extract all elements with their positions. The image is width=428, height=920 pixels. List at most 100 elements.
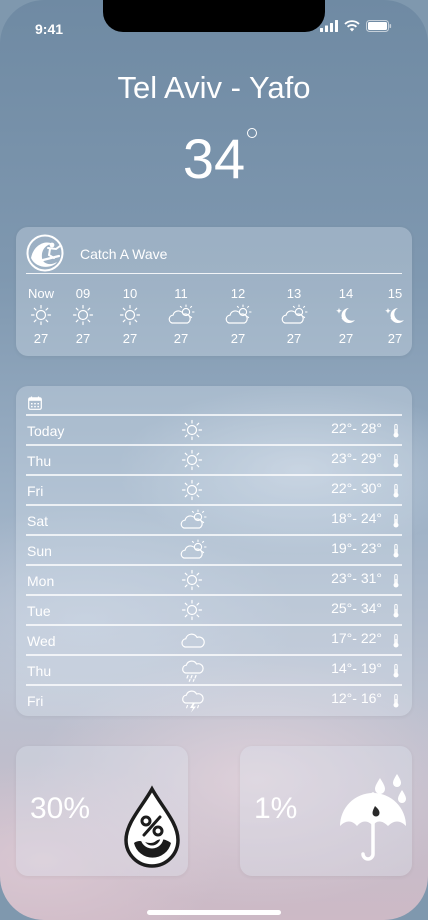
temperature-range: 22°- 30° [331, 480, 382, 496]
partly-cloudy-icon [218, 304, 258, 330]
hour-item: 10 27 [110, 286, 150, 346]
degree-symbol [247, 128, 257, 138]
day-name: Fri [27, 483, 44, 499]
rain-chance-card: 1% [240, 746, 412, 876]
thermometer-icon [393, 454, 399, 468]
thermometer-icon [393, 424, 399, 438]
humidity-value: 30% [30, 792, 91, 825]
thermometer-icon [393, 634, 399, 648]
hour-label: Now [27, 286, 54, 301]
battery-icon [366, 20, 392, 32]
temperature-range: 18°- 24° [331, 510, 382, 526]
hour-item: 15 27 [375, 286, 415, 346]
temperature-range: 12°- 16° [331, 690, 382, 706]
day-name: Fri [27, 693, 44, 709]
rain-chance-value: 1% [254, 792, 298, 825]
daily-row: Fri 22°- 30° [26, 474, 402, 504]
hour-label: 12 [230, 286, 246, 301]
current-temperature: 34 [182, 127, 246, 190]
thermometer-icon [393, 514, 399, 528]
day-name: Thu [27, 663, 52, 679]
hour-label: 09 [75, 286, 91, 301]
temperature-range: 23°- 29° [331, 450, 382, 466]
day-name: Today [27, 423, 65, 439]
hour-temperature: 27 [230, 331, 246, 346]
hour-temperature: 27 [173, 331, 189, 346]
daily-row: Thu 23°- 29° [26, 444, 402, 474]
daily-row: Sat 18°- 24° [26, 504, 402, 534]
day-name: Mon [27, 573, 55, 589]
temperature-range: 25°- 34° [331, 600, 382, 616]
hour-temperature: 27 [286, 331, 302, 346]
day-name: Tue [27, 603, 51, 619]
cellular-signal-icon [320, 20, 338, 32]
hour-label: 14 [338, 286, 354, 301]
daily-row: Tue 25°- 34° [26, 594, 402, 624]
sun-icon [181, 449, 203, 475]
humidity-card: 30% [16, 746, 188, 876]
partly-cloudy-icon [178, 539, 208, 565]
partly-cloudy-icon [178, 509, 208, 535]
temperature-range: 22°- 28° [331, 420, 382, 436]
umbrella-rain-icon [340, 774, 406, 861]
calendar-icon [28, 396, 42, 410]
daily-row: Thu 14°- 19° [26, 654, 402, 684]
thermometer-icon [393, 604, 399, 618]
device-notch [103, 0, 325, 32]
thermometer-icon [393, 544, 399, 558]
daily-row: Fri 12°- 16° [26, 684, 402, 714]
sun-icon [21, 304, 61, 330]
daily-forecast-card: Today 22°- 28° Thu 23°- 29° Fri 22°- 30°… [16, 386, 412, 716]
daily-row: Today 22°- 28° [26, 414, 402, 444]
hour-label: 10 [122, 286, 138, 301]
moon-stars-icon [326, 304, 366, 330]
sun-icon [181, 599, 203, 625]
day-name: Sat [27, 513, 49, 529]
hour-temperature: 27 [338, 331, 354, 346]
day-name: Wed [27, 633, 56, 649]
hour-temperature: 27 [75, 331, 91, 346]
hour-temperature: 27 [33, 331, 49, 346]
thermometer-icon [393, 574, 399, 588]
status-time: 9:41 [35, 21, 64, 37]
hourly-header: Catch A Wave [26, 234, 402, 274]
hour-temperature: 27 [387, 331, 403, 346]
hourly-title: Catch A Wave [80, 246, 168, 262]
hour-item: 09 27 [63, 286, 103, 346]
weather-screen: 9:41 Tel Aviv - Yafo 34 Catch A Wave Now… [0, 0, 428, 920]
temperature-range: 23°- 31° [331, 570, 382, 586]
partly-cloudy-icon [274, 304, 314, 330]
city-name: Tel Aviv - Yafo [117, 70, 311, 105]
temperature-range: 14°- 19° [331, 660, 382, 676]
hour-label: 15 [387, 286, 403, 301]
sun-icon [63, 304, 103, 330]
cloud-icon [179, 629, 207, 655]
thermometer-icon [393, 694, 399, 708]
wifi-icon [344, 20, 360, 32]
thermometer-icon [393, 664, 399, 678]
sun-icon [181, 569, 203, 595]
day-name: Thu [27, 453, 52, 469]
sun-icon [181, 419, 203, 445]
sun-icon [181, 479, 203, 505]
hour-item: 14 27 [326, 286, 366, 346]
sun-icon [110, 304, 150, 330]
daily-row: Mon 23°- 31° [26, 564, 402, 594]
hour-item: Now 27 [21, 286, 61, 346]
moon-stars-icon [375, 304, 415, 330]
hourly-forecast-card: Catch A Wave Now 27 09 27 10 27 11 27 12… [16, 227, 412, 356]
status-icons [320, 20, 392, 32]
hour-temperature: 27 [122, 331, 138, 346]
home-indicator[interactable] [147, 910, 281, 915]
hour-item: 12 27 [218, 286, 258, 346]
thermometer-icon [393, 484, 399, 498]
partly-cloudy-icon [161, 304, 201, 330]
rain-cloud-icon [180, 659, 206, 687]
hour-label: 13 [286, 286, 302, 301]
hour-item: 11 27 [161, 286, 201, 346]
surfer-wave-icon [26, 234, 64, 272]
hour-label: 11 [174, 286, 188, 301]
daily-row: Sun 19°- 23° [26, 534, 402, 564]
temperature-range: 17°- 22° [331, 630, 382, 646]
hour-item: 13 27 [274, 286, 314, 346]
